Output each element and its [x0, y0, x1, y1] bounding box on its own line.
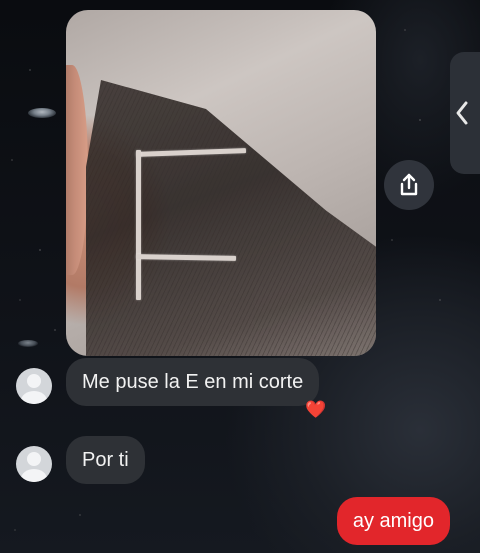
incoming-message-bubble[interactable]: Me puse la E en mi corte: [66, 358, 320, 406]
chevron-left-icon: [456, 101, 468, 125]
default-avatar-icon[interactable]: [16, 368, 52, 404]
share-icon: [400, 173, 418, 196]
photo-message[interactable]: [66, 10, 376, 356]
wallpaper-spaceship: [18, 340, 38, 347]
wallpaper-spaceship: [28, 108, 56, 118]
outgoing-message-bubble[interactable]: ay amigo: [336, 497, 450, 545]
share-button[interactable]: [384, 160, 434, 210]
photo-haircut-letter-e: [135, 148, 247, 300]
incoming-message-bubble[interactable]: Por ti: [66, 436, 145, 484]
default-avatar-icon[interactable]: [16, 446, 52, 482]
side-panel-toggle[interactable]: [450, 52, 480, 174]
photo-ear: [66, 65, 88, 275]
heart-reaction-icon[interactable]: ❤️: [305, 401, 326, 418]
